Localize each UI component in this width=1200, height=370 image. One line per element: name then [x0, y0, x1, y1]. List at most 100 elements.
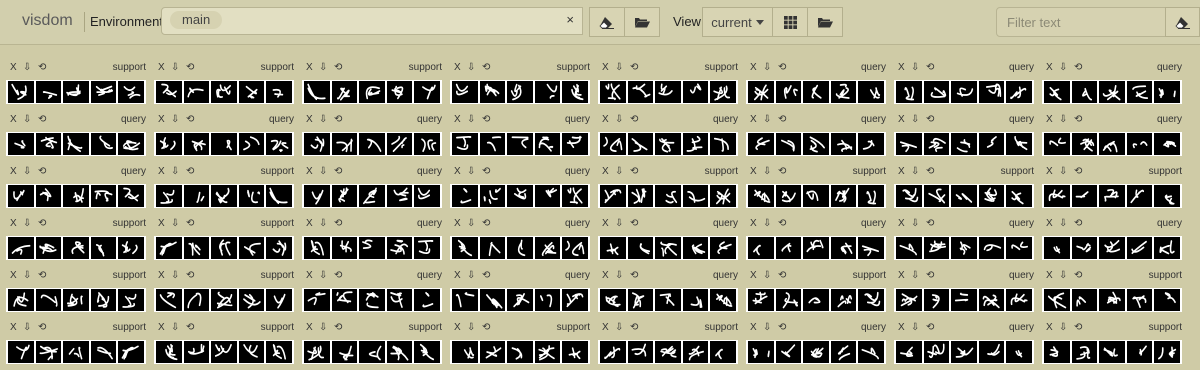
download-icon[interactable]: ⇩ — [763, 218, 771, 229]
download-icon[interactable]: ⇩ — [467, 218, 475, 229]
reset-icon[interactable]: ⟲ — [630, 322, 638, 333]
image-pane[interactable]: X ⇩ ⟲ query — [892, 56, 1040, 108]
download-icon[interactable]: ⇩ — [911, 114, 919, 125]
close-pane-icon[interactable]: X — [898, 114, 905, 125]
image-pane[interactable]: X ⇩ ⟲ support — [596, 56, 744, 108]
reset-icon[interactable]: ⟲ — [1074, 62, 1082, 73]
filter-text-input[interactable]: Filter text — [996, 7, 1166, 37]
reset-icon[interactable]: ⟲ — [778, 114, 786, 125]
image-pane[interactable]: X ⇩ ⟲ support — [152, 212, 300, 264]
reset-icon[interactable]: ⟲ — [186, 166, 194, 177]
download-icon[interactable]: ⇩ — [467, 62, 475, 73]
manage-environments-button[interactable] — [624, 7, 660, 37]
close-pane-icon[interactable]: X — [454, 166, 461, 177]
reset-icon[interactable]: ⟲ — [778, 322, 786, 333]
download-icon[interactable]: ⇩ — [763, 166, 771, 177]
close-pane-icon[interactable]: X — [750, 270, 757, 281]
download-icon[interactable]: ⇩ — [23, 322, 31, 333]
image-pane[interactable]: X ⇩ ⟲ support — [4, 316, 152, 368]
image-pane[interactable]: X ⇩ ⟲ support — [300, 316, 448, 368]
close-pane-icon[interactable]: X — [158, 322, 165, 333]
close-pane-icon[interactable]: X — [602, 270, 609, 281]
download-icon[interactable]: ⇩ — [467, 166, 475, 177]
image-pane[interactable]: X ⇩ ⟲ support — [1040, 316, 1188, 368]
close-pane-icon[interactable]: X — [1046, 270, 1053, 281]
reset-icon[interactable]: ⟲ — [1074, 114, 1082, 125]
close-pane-icon[interactable]: X — [1046, 114, 1053, 125]
reset-icon[interactable]: ⟲ — [186, 270, 194, 281]
reset-icon[interactable]: ⟲ — [630, 270, 638, 281]
download-icon[interactable]: ⇩ — [23, 166, 31, 177]
image-pane[interactable]: X ⇩ ⟲ query — [744, 56, 892, 108]
repack-layout-button[interactable] — [772, 7, 808, 37]
close-pane-icon[interactable]: X — [898, 62, 905, 73]
image-pane[interactable]: X ⇩ ⟲ query — [300, 108, 448, 160]
reset-icon[interactable]: ⟲ — [186, 62, 194, 73]
download-icon[interactable]: ⇩ — [1059, 270, 1067, 281]
image-pane[interactable]: X ⇩ ⟲ query — [448, 212, 596, 264]
image-pane[interactable]: X ⇩ ⟲ query — [448, 160, 596, 212]
reset-icon[interactable]: ⟲ — [778, 166, 786, 177]
image-pane[interactable]: X ⇩ ⟲ support — [744, 160, 892, 212]
close-pane-icon[interactable]: X — [898, 270, 905, 281]
download-icon[interactable]: ⇩ — [171, 62, 179, 73]
close-pane-icon[interactable]: X — [602, 218, 609, 229]
download-icon[interactable]: ⇩ — [23, 270, 31, 281]
download-icon[interactable]: ⇩ — [911, 166, 919, 177]
reset-icon[interactable]: ⟲ — [630, 166, 638, 177]
download-icon[interactable]: ⇩ — [615, 114, 623, 125]
download-icon[interactable]: ⇩ — [467, 322, 475, 333]
close-pane-icon[interactable]: X — [1046, 166, 1053, 177]
download-icon[interactable]: ⇩ — [615, 166, 623, 177]
download-icon[interactable]: ⇩ — [615, 322, 623, 333]
download-icon[interactable]: ⇩ — [319, 62, 327, 73]
image-pane[interactable]: X ⇩ ⟲ query — [152, 108, 300, 160]
download-icon[interactable]: ⇩ — [911, 322, 919, 333]
close-pane-icon[interactable]: X — [454, 218, 461, 229]
reset-icon[interactable]: ⟲ — [186, 114, 194, 125]
reset-icon[interactable]: ⟲ — [1074, 270, 1082, 281]
environment-select[interactable]: main × — [161, 7, 583, 35]
image-pane[interactable]: X ⇩ ⟲ support — [448, 316, 596, 368]
reset-icon[interactable]: ⟲ — [630, 62, 638, 73]
download-icon[interactable]: ⇩ — [1059, 114, 1067, 125]
image-pane[interactable]: X ⇩ ⟲ query — [744, 108, 892, 160]
image-pane[interactable]: X ⇩ ⟲ query — [596, 108, 744, 160]
download-icon[interactable]: ⇩ — [1059, 218, 1067, 229]
close-pane-icon[interactable]: X — [898, 166, 905, 177]
image-pane[interactable]: X ⇩ ⟲ support — [596, 316, 744, 368]
close-pane-icon[interactable]: X — [10, 62, 17, 73]
download-icon[interactable]: ⇩ — [23, 62, 31, 73]
environment-chip[interactable]: main — [170, 11, 223, 29]
reset-icon[interactable]: ⟲ — [1074, 322, 1082, 333]
close-pane-icon[interactable]: X — [898, 322, 905, 333]
close-pane-icon[interactable]: X — [602, 62, 609, 73]
image-pane[interactable]: X ⇩ ⟲ support — [1040, 160, 1188, 212]
download-icon[interactable]: ⇩ — [1059, 166, 1067, 177]
download-icon[interactable]: ⇩ — [1059, 62, 1067, 73]
image-pane[interactable]: X ⇩ ⟲ query — [1040, 56, 1188, 108]
close-pane-icon[interactable]: X — [454, 322, 461, 333]
image-pane[interactable]: X ⇩ ⟲ query — [1040, 108, 1188, 160]
reset-icon[interactable]: ⟲ — [482, 166, 490, 177]
download-icon[interactable]: ⇩ — [1059, 322, 1067, 333]
download-icon[interactable]: ⇩ — [171, 114, 179, 125]
image-pane[interactable]: X ⇩ ⟲ query — [448, 108, 596, 160]
reset-icon[interactable]: ⟲ — [38, 114, 46, 125]
image-pane[interactable]: X ⇩ ⟲ query — [448, 264, 596, 316]
close-pane-icon[interactable]: X — [454, 114, 461, 125]
clear-environment-button[interactable] — [589, 7, 625, 37]
close-pane-icon[interactable]: X — [750, 62, 757, 73]
reset-icon[interactable]: ⟲ — [38, 322, 46, 333]
reset-icon[interactable]: ⟲ — [482, 114, 490, 125]
app-brand[interactable]: visdom — [22, 12, 73, 30]
close-pane-icon[interactable]: X — [158, 62, 165, 73]
image-pane[interactable]: X ⇩ ⟲ support — [1040, 264, 1188, 316]
image-pane[interactable]: X ⇩ ⟲ query — [596, 264, 744, 316]
image-pane[interactable]: X ⇩ ⟲ support — [892, 160, 1040, 212]
reset-icon[interactable]: ⟲ — [926, 322, 934, 333]
close-pane-icon[interactable]: X — [898, 218, 905, 229]
image-pane[interactable]: X ⇩ ⟲ query — [744, 316, 892, 368]
download-icon[interactable]: ⇩ — [23, 218, 31, 229]
image-pane[interactable]: X ⇩ ⟲ support — [152, 160, 300, 212]
